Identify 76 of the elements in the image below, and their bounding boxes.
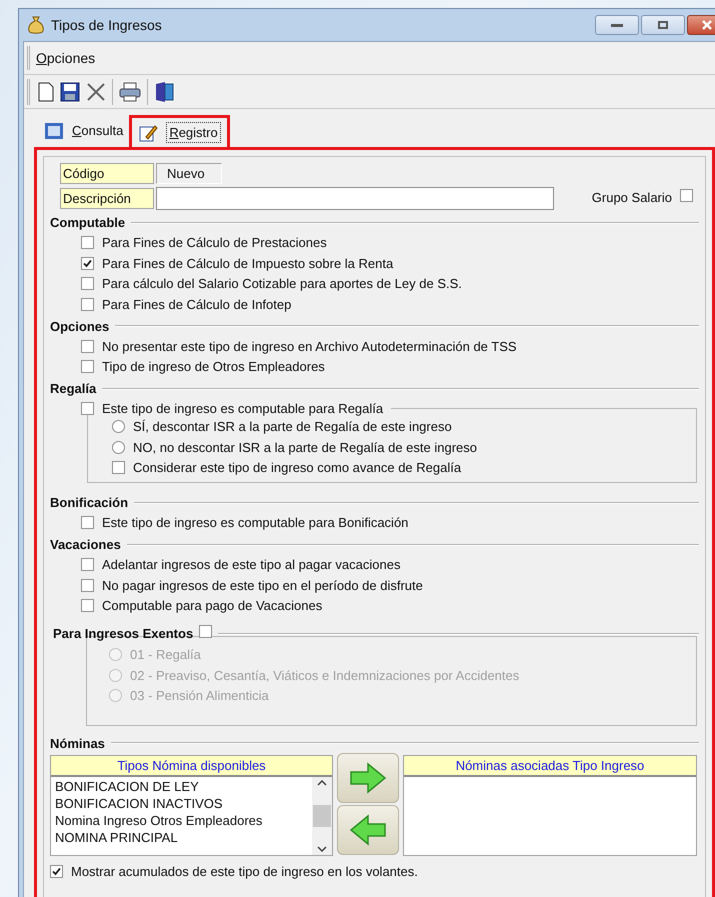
delete-icon[interactable] — [86, 82, 106, 102]
option-label: Para Fines de Cálculo de Infotep — [102, 296, 292, 314]
checkbox[interactable] — [81, 578, 94, 592]
option-label: No presentar este tipo de ingreso en Archivo Autodeterminación de TSS — [102, 338, 517, 356]
scrollbar[interactable] — [312, 777, 332, 855]
section-title: Opciones — [50, 318, 110, 336]
option-label: Para cálculo del Salario Cotizable para aportes de Ley de S.S. — [102, 275, 462, 293]
list-item[interactable]: Nomina Ingreso Otros Empleadores — [55, 812, 312, 829]
checkbox[interactable] — [81, 256, 94, 270]
option-label: Para Fines de Cálculo de Prestaciones — [102, 234, 327, 252]
printer-icon[interactable] — [119, 82, 141, 102]
left-arrow-icon — [348, 813, 388, 847]
section-title: Nóminas — [50, 734, 105, 752]
list-item[interactable]: BONIFICACION DE LEY — [55, 778, 312, 795]
radio-button[interactable] — [112, 440, 125, 454]
new-document-icon[interactable] — [38, 82, 54, 102]
move-left-button[interactable] — [337, 805, 399, 855]
list-item[interactable]: NOMINA PRINCIPAL — [55, 829, 312, 846]
checkbox[interactable] — [680, 189, 693, 202]
checkbox[interactable] — [81, 516, 94, 530]
section-title: Bonificación — [50, 494, 128, 512]
option-label: NO, no descontar ISR a la parte de Regalía de este ingreso — [133, 438, 477, 457]
chevron-up-icon — [317, 780, 327, 786]
option-label: Este tipo de ingreso es computable para Regalía — [102, 400, 384, 418]
tab[interactable]: Registro — [129, 115, 230, 147]
window-icon — [44, 122, 64, 140]
checkbox[interactable] — [81, 558, 94, 572]
option-label: Computable para pago de Vacaciones — [102, 597, 322, 615]
menu-item[interactable]: Opciones — [36, 48, 96, 68]
list-header: Tipos Nómina disponibles — [51, 756, 332, 777]
money-bag-icon — [27, 15, 45, 35]
option-label: 01 - Regalía — [130, 646, 201, 664]
code-value: Nuevo — [156, 163, 222, 184]
section-title: Vacaciones — [50, 536, 121, 554]
option-label: Para Fines de Cálculo de Impuesto sobre la Renta — [102, 254, 394, 273]
restore-button[interactable] — [641, 15, 685, 35]
option-label: 02 - Preaviso, Cesantía, Viáticos e Indemnizaciones por Accidentes — [130, 666, 520, 685]
checkbox[interactable] — [81, 360, 94, 374]
checkbox[interactable] — [81, 402, 94, 415]
checkbox[interactable] — [81, 340, 94, 353]
option-label: SÍ, descontar ISR a la parte de Regalía de este ingreso — [133, 418, 452, 436]
tab[interactable]: Consulta — [38, 115, 130, 147]
minimize-button[interactable] — [595, 15, 639, 35]
option-label: Adelantar ingresos de este tipo al pagar vacaciones — [102, 556, 400, 574]
field-label: Descripción — [60, 188, 154, 208]
move-right-button[interactable] — [337, 753, 399, 803]
option-label: Mostrar acumulados de este tipo de ingreso en los volantes. — [71, 863, 418, 881]
checkbox[interactable] — [50, 865, 63, 878]
right-arrow-icon — [348, 761, 388, 795]
option-label: Considerar este tipo de ingreso como avance de Regalía — [133, 459, 462, 477]
description-field[interactable] — [156, 186, 554, 210]
checkbox[interactable] — [81, 236, 94, 250]
section-title: Regalía — [50, 380, 96, 398]
option-label: Grupo Salario — [592, 189, 672, 208]
checkbox[interactable] — [81, 277, 94, 290]
window-title: Tipos de Ingresos — [51, 16, 162, 35]
field-label: Código — [60, 163, 154, 184]
list-item[interactable]: BONIFICACION INACTIVOS — [55, 795, 312, 812]
checkbox[interactable] — [81, 599, 94, 612]
list-header: Nóminas asociadas Tipo Ingreso — [404, 756, 696, 777]
section-title: Para Ingresos Exentos — [53, 625, 194, 643]
checkbox[interactable] — [199, 625, 212, 638]
close-icon — [701, 19, 713, 31]
pencil-note-icon — [138, 124, 158, 142]
option-label: 03 - Pensión Alimenticia — [130, 687, 269, 705]
section-title: Computable — [50, 214, 126, 232]
option-label: Este tipo de ingreso es computable para Bonificación — [102, 514, 408, 532]
checkbox[interactable] — [81, 298, 94, 311]
chevron-down-icon — [317, 846, 327, 852]
radio-button[interactable] — [112, 420, 125, 434]
option-label: Tipo de ingreso de Otros Empleadores — [102, 358, 325, 376]
save-icon[interactable] — [60, 82, 80, 102]
exit-door-icon[interactable] — [154, 80, 174, 102]
checkbox[interactable] — [112, 461, 125, 474]
option-label: No pagar ingresos de este tipo en el período de disfrute — [102, 576, 423, 595]
close-button[interactable] — [687, 15, 715, 35]
